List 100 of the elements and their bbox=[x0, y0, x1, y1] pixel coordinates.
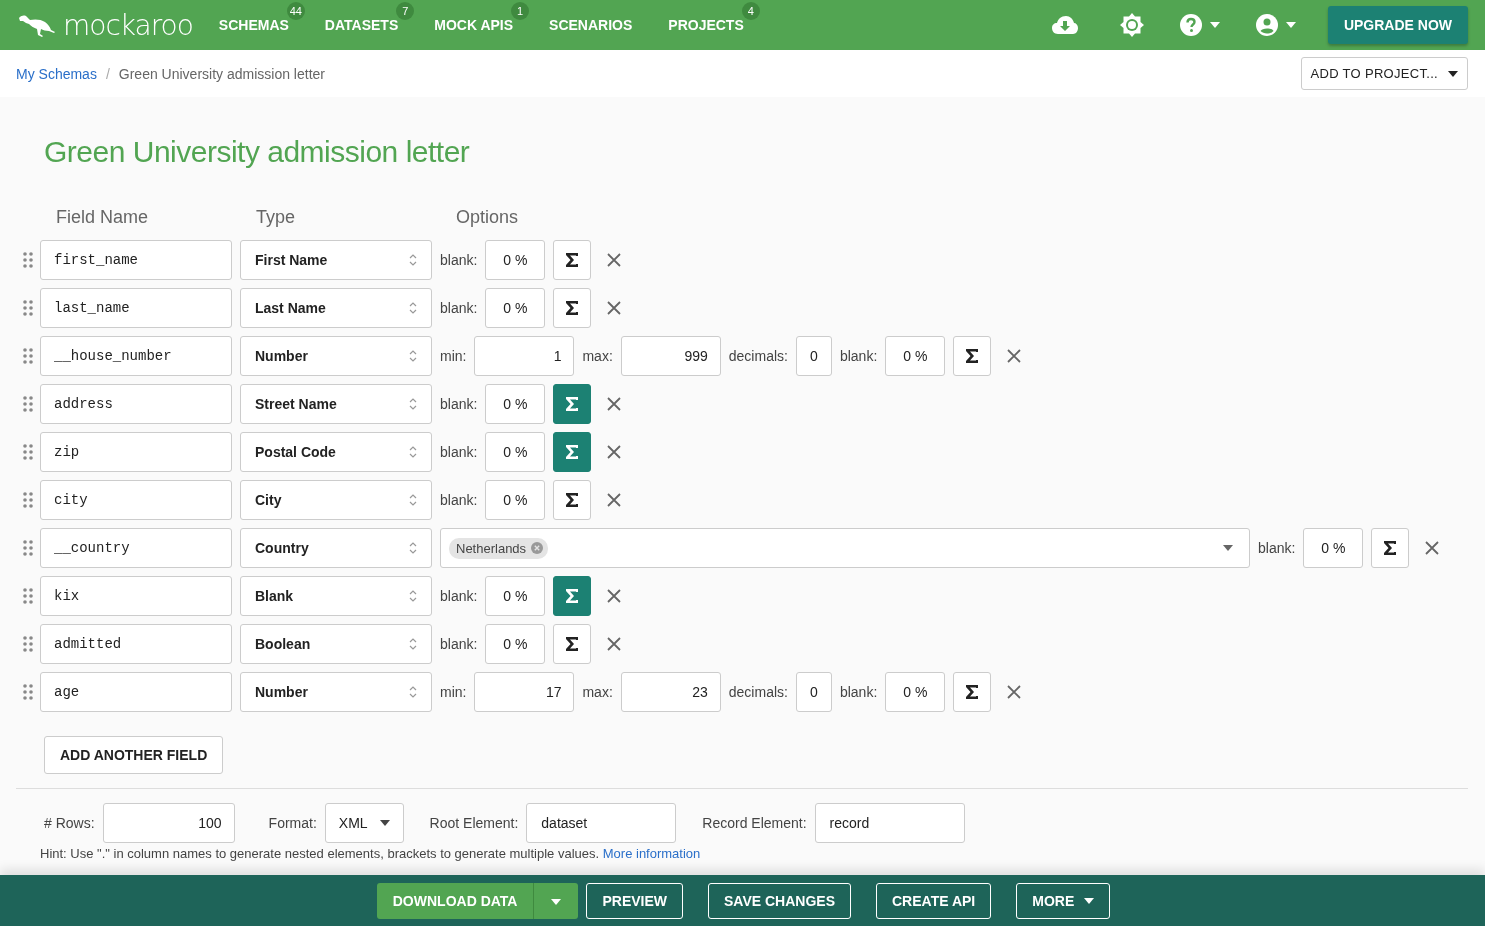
field-name-input[interactable]: __country bbox=[40, 528, 232, 568]
setting-label: Root Element: bbox=[429, 815, 519, 831]
help-icon[interactable] bbox=[1179, 14, 1202, 36]
type-selector[interactable]: First Name bbox=[240, 240, 432, 280]
option-label: min: bbox=[440, 684, 467, 700]
multi-select[interactable]: Netherlands bbox=[440, 528, 1250, 568]
type-selector[interactable]: Number bbox=[240, 336, 432, 376]
caret-icon[interactable] bbox=[1285, 22, 1296, 28]
blank-input[interactable]: 0 % bbox=[485, 432, 546, 472]
max-input[interactable]: 999 bbox=[620, 336, 721, 376]
breadcrumb-link[interactable]: My Schemas bbox=[16, 65, 97, 82]
drag-handle-icon[interactable] bbox=[23, 396, 33, 412]
download-options-button[interactable] bbox=[534, 882, 579, 919]
save-button[interactable]: SAVE CHANGES bbox=[708, 882, 851, 919]
drag-handle-icon[interactable] bbox=[23, 444, 33, 460]
blank-input[interactable]: 0 % bbox=[885, 672, 946, 712]
type-selector[interactable]: Postal Code bbox=[240, 432, 432, 472]
field-name-input[interactable]: first_name bbox=[40, 240, 232, 280]
field-name-input[interactable]: last_name bbox=[40, 288, 232, 328]
close-icon[interactable] bbox=[607, 301, 622, 315]
rows-input[interactable]: 100 bbox=[102, 803, 235, 843]
sigma-icon bbox=[565, 492, 580, 508]
min-input[interactable]: 17 bbox=[474, 672, 575, 712]
option-label: blank: bbox=[440, 492, 478, 508]
close-icon[interactable] bbox=[607, 589, 622, 603]
close-icon[interactable] bbox=[607, 493, 622, 507]
decimals-input[interactable]: 0 bbox=[795, 672, 832, 712]
setting-label: Record Element: bbox=[702, 815, 807, 831]
option-label: blank: bbox=[440, 636, 478, 652]
type-selector[interactable]: Number bbox=[240, 672, 432, 712]
drag-handle-icon[interactable] bbox=[23, 588, 33, 604]
caret-icon[interactable] bbox=[1209, 22, 1220, 28]
type-selector[interactable]: Blank bbox=[240, 576, 432, 616]
schema-title: Green University admission letter bbox=[44, 135, 471, 169]
format-dropdown[interactable]: XML bbox=[324, 803, 404, 843]
drag-handle-icon[interactable] bbox=[23, 492, 33, 508]
type-selector[interactable]: Street Name bbox=[240, 384, 432, 424]
type-selector[interactable]: Last Name bbox=[240, 288, 432, 328]
field-name-input[interactable]: address bbox=[40, 384, 232, 424]
up-down-arrows-icon bbox=[409, 637, 417, 651]
decimals-input[interactable]: 0 bbox=[795, 336, 832, 376]
column-header: Type bbox=[256, 207, 297, 228]
brightness-icon[interactable] bbox=[1119, 13, 1144, 37]
column-header: Options bbox=[456, 207, 519, 228]
cloud-download-icon[interactable] bbox=[1051, 15, 1078, 35]
close-icon[interactable] bbox=[607, 397, 622, 411]
more-information-link[interactable]: More information bbox=[602, 846, 701, 861]
drag-handle-icon[interactable] bbox=[23, 300, 33, 316]
option-label: decimals: bbox=[728, 348, 788, 364]
count-badge: 44 bbox=[286, 2, 305, 20]
max-input[interactable]: 23 bbox=[620, 672, 721, 712]
upgrade-button[interactable]: UPGRADE NOW bbox=[1327, 6, 1468, 44]
blank-input[interactable]: 0 % bbox=[885, 336, 946, 376]
root-element-input[interactable]: dataset bbox=[526, 803, 677, 843]
add-field-button[interactable]: ADD ANOTHER FIELD bbox=[44, 736, 224, 774]
drag-handle-icon[interactable] bbox=[23, 540, 33, 556]
blank-input[interactable]: 0 % bbox=[485, 384, 546, 424]
option-label: min: bbox=[440, 348, 467, 364]
add-to-project-button[interactable]: ADD TO PROJECT... bbox=[1300, 57, 1468, 90]
preview-button[interactable]: PREVIEW bbox=[586, 882, 683, 919]
field-name-input[interactable]: kix bbox=[40, 576, 232, 616]
close-icon[interactable] bbox=[1007, 349, 1022, 363]
blank-input[interactable]: 0 % bbox=[485, 576, 546, 616]
caret-icon bbox=[1084, 897, 1095, 904]
close-icon[interactable] bbox=[1007, 685, 1022, 699]
record-element-input[interactable]: record bbox=[814, 803, 965, 843]
up-down-arrows-icon bbox=[409, 445, 417, 459]
type-selector[interactable]: City bbox=[240, 480, 432, 520]
blank-input[interactable]: 0 % bbox=[1303, 528, 1364, 568]
create-api-button[interactable]: CREATE API bbox=[876, 882, 992, 919]
blank-input[interactable]: 0 % bbox=[485, 480, 546, 520]
caret-icon bbox=[551, 899, 562, 905]
sigma-icon bbox=[565, 636, 580, 652]
caret-icon bbox=[1448, 70, 1458, 77]
caret-icon[interactable] bbox=[1223, 545, 1233, 551]
field-name-input[interactable]: city bbox=[40, 480, 232, 520]
drag-handle-icon[interactable] bbox=[23, 348, 33, 364]
type-selector[interactable]: Boolean bbox=[240, 624, 432, 664]
field-name-input[interactable]: age bbox=[40, 672, 232, 712]
field-name-input[interactable]: zip bbox=[40, 432, 232, 472]
blank-input[interactable]: 0 % bbox=[485, 240, 546, 280]
setting-label: # Rows: bbox=[44, 815, 95, 831]
drag-handle-icon[interactable] bbox=[23, 636, 33, 652]
more-button[interactable]: MORE bbox=[1016, 882, 1111, 919]
account-icon[interactable] bbox=[1255, 14, 1278, 36]
type-selector[interactable]: Country bbox=[240, 528, 432, 568]
close-icon[interactable] bbox=[607, 637, 622, 651]
field-name-input[interactable]: admitted bbox=[40, 624, 232, 664]
min-input[interactable]: 1 bbox=[474, 336, 575, 376]
drag-handle-icon[interactable] bbox=[23, 252, 33, 268]
field-name-input[interactable]: __house_number bbox=[40, 336, 232, 376]
close-icon[interactable] bbox=[607, 253, 622, 267]
blank-input[interactable]: 0 % bbox=[485, 624, 546, 664]
blank-input[interactable]: 0 % bbox=[485, 288, 546, 328]
up-down-arrows-icon bbox=[409, 493, 417, 507]
drag-handle-icon[interactable] bbox=[23, 684, 33, 700]
close-icon[interactable] bbox=[607, 445, 622, 459]
close-icon[interactable] bbox=[1425, 541, 1440, 555]
count-badge: 7 bbox=[396, 2, 415, 20]
option-label: blank: bbox=[440, 252, 478, 268]
